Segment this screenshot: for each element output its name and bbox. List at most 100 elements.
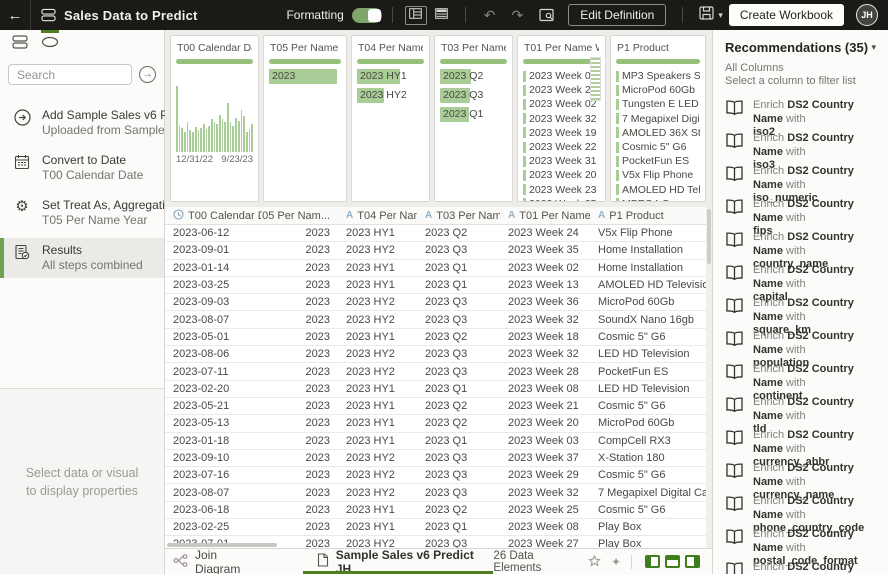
column-header-2[interactable]: AT05 Per Nam... — [261, 207, 338, 224]
column-card-2[interactable]: T05 Per Name Y...2023 — [263, 35, 347, 202]
sparkle-icon[interactable]: ✦ — [611, 555, 621, 569]
recommendations-title: Recommendations (35) — [725, 40, 868, 55]
recommendation-item-4[interactable]: Enrich DS2 Country Name withfips — [725, 198, 876, 225]
recommendation-item-10[interactable]: Enrich DS2 Country Name withtld — [725, 396, 876, 423]
table-body: 2023-06-1220232023 HY12023 Q22023 Week 2… — [165, 225, 706, 548]
recommendation-item-8[interactable]: Enrich DS2 Country Name withpopulation — [725, 330, 876, 357]
table-row[interactable]: 2023-02-2520232023 HY12023 Q12023 Week 0… — [165, 519, 706, 536]
toggle-left-panel-button[interactable] — [645, 555, 660, 568]
table-row[interactable]: 2023-09-0120232023 HY22023 Q32023 Week 3… — [165, 242, 706, 259]
recommendation-item-3[interactable]: Enrich DS2 Country Name withiso_numeric — [725, 165, 876, 192]
table-row[interactable]: 2023-01-1820232023 HY12023 Q12023 Week 0… — [165, 433, 706, 450]
value-label: 2023 Week 19 — [529, 127, 597, 139]
recommendation-item-13[interactable]: Enrich DS2 Country Name withphone_countr… — [725, 495, 876, 522]
table-row[interactable]: 2023-06-1820232023 HY12023 Q22023 Week 2… — [165, 502, 706, 519]
search-input[interactable] — [8, 64, 132, 85]
table-row[interactable]: 2023-07-1120232023 HY22023 Q32023 Week 2… — [165, 363, 706, 380]
column-card-3[interactable]: T04 Per Name ...2023 HY12023 HY2 — [351, 35, 430, 202]
chevron-down-icon[interactable]: ▾ — [871, 42, 876, 53]
edit-definition-button[interactable]: Edit Definition — [568, 4, 666, 26]
join-diagram-button[interactable]: Join Diagram — [173, 548, 259, 574]
value-label: 2023 Week 23 — [529, 184, 597, 196]
table-row[interactable]: 2023-06-1220232023 HY12023 Q22023 Week 2… — [165, 225, 706, 242]
table-row[interactable]: 2023-08-0720232023 HY22023 Q32023 Week 3… — [165, 311, 706, 328]
column-card-4[interactable]: T03 Per Name Qtr2023 Q22023 Q32023 Q1 — [434, 35, 513, 202]
table-cell: 2023 Week 36 — [500, 294, 590, 310]
table-cell: LED HD Television — [590, 346, 706, 362]
table-view-button[interactable] — [431, 6, 453, 25]
table-cell: 2023 Week 35 — [500, 242, 590, 258]
recommendation-item-15[interactable]: Enrich DS2 Country Name with — [725, 561, 876, 574]
value-list-row: 2023 Week 20 — [523, 168, 600, 182]
table-cell: 2023 — [261, 294, 338, 310]
table-row[interactable]: 2023-03-2520232023 HY12023 Q12023 Week 1… — [165, 277, 706, 294]
recommendation-item-9[interactable]: Enrich DS2 Country Name withcontinent — [725, 363, 876, 390]
table-cell: 2023 — [261, 242, 338, 258]
column-header-4[interactable]: AT03 Per Nam... — [417, 207, 500, 224]
recommendation-item-14[interactable]: Enrich DS2 Country Name withpostal_code_… — [725, 528, 876, 555]
table-row[interactable]: 2023-07-1620232023 HY22023 Q32023 Week 2… — [165, 467, 706, 484]
value-label: 2023 Q3 — [440, 89, 483, 101]
recommendation-item-2[interactable]: Enrich DS2 Country Name withiso3 — [725, 132, 876, 159]
recommendation-item-12[interactable]: Enrich DS2 Country Name withcurrency_nam… — [725, 462, 876, 489]
sidebar-step-1[interactable]: Add Sample Sales v6 Pre...Uploaded from … — [0, 103, 164, 143]
column-header-5[interactable]: AT01 Per Name ... — [500, 207, 590, 224]
table-cell: 2023-08-06 — [165, 346, 261, 362]
sidebar-step-3[interactable]: ⚙Set Treat As, AggregationT05 Per Name Y… — [0, 193, 164, 233]
value-bar-row: 2023 Q2 — [440, 69, 507, 84]
histogram-bar — [219, 115, 221, 152]
quality-badge-icon[interactable] — [588, 555, 601, 568]
table-cell: 2023 HY2 — [338, 346, 417, 362]
create-workbook-button[interactable]: Create Workbook — [729, 4, 844, 26]
back-button[interactable]: ← — [0, 0, 30, 30]
table-row[interactable]: 2023-05-1320232023 HY12023 Q22023 Week 2… — [165, 415, 706, 432]
column-card-1[interactable]: T00 Calendar Date12/31/229/23/23 — [170, 35, 259, 202]
column-header-1[interactable]: T00 Calendar Date — [165, 207, 261, 224]
table-row[interactable]: 2023-02-2020232023 HY12023 Q12023 Week 0… — [165, 381, 706, 398]
save-menu-button[interactable]: ▾ — [699, 6, 723, 25]
tab-dataset-sheet[interactable]: Sample Sales v6 Predict JH — [303, 549, 494, 574]
inspect-icon[interactable] — [539, 8, 554, 22]
step-subtitle: T05 Per Name Year — [42, 213, 178, 228]
sidebar-step-2[interactable]: Convert to DateT00 Calendar Date — [0, 148, 164, 188]
toggle-top-panel-button[interactable] — [665, 555, 680, 568]
tab-data[interactable] — [6, 30, 34, 58]
avatar[interactable]: JH — [856, 4, 878, 26]
card-scroll-indicator[interactable] — [590, 57, 601, 101]
grid-view-button[interactable] — [405, 6, 427, 25]
table-row[interactable]: 2023-09-0320232023 HY22023 Q32023 Week 3… — [165, 294, 706, 311]
horizontal-scrollbar[interactable] — [167, 543, 277, 547]
tab-label: Sample Sales v6 Predict JH — [336, 548, 480, 574]
table-row[interactable]: 2023-09-1020232023 HY22023 Q32023 Week 3… — [165, 450, 706, 467]
table-cell: 2023 Week 20 — [500, 415, 590, 431]
table-row[interactable]: 2023-05-2120232023 HY12023 Q22023 Week 2… — [165, 398, 706, 415]
column-card-6[interactable]: P1 ProductMP3 Speakers SystemMicroPod 60… — [610, 35, 706, 202]
table-row[interactable]: 2023-08-0720232023 HY22023 Q32023 Week 3… — [165, 484, 706, 501]
value-label: 2023 Week 32 — [529, 113, 597, 125]
recommendation-item-7[interactable]: Enrich DS2 Country Name withsquare_km — [725, 297, 876, 324]
table-row[interactable]: 2023-05-0120232023 HY12023 Q22023 Week 1… — [165, 329, 706, 346]
column-card-5[interactable]: T01 Per Name Week2023 Week 012023 Week 2… — [517, 35, 606, 202]
recommendation-item-11[interactable]: Enrich DS2 Country Name withcurrency_abb… — [725, 429, 876, 456]
histogram-bar — [246, 132, 248, 152]
recommendation-item-6[interactable]: Enrich DS2 Country Name withcapital — [725, 264, 876, 291]
table-cell: Cosmic 5" G6 — [590, 329, 706, 345]
table-cell: 2023 HY2 — [338, 467, 417, 483]
table-row[interactable]: 2023-01-1420232023 HY12023 Q12023 Week 0… — [165, 260, 706, 277]
table-row[interactable]: 2023-08-0620232023 HY22023 Q32023 Week 3… — [165, 346, 706, 363]
toggle-right-panel-button[interactable] — [685, 555, 700, 568]
column-header-3[interactable]: AT04 Per Nam... — [338, 207, 417, 224]
recommendation-item-5[interactable]: Enrich DS2 Country Name withcountry_name — [725, 231, 876, 258]
formatting-toggle[interactable] — [352, 8, 382, 23]
recommendation-item-1[interactable]: Enrich DS2 Country Name withiso2 — [725, 99, 876, 126]
add-step-button[interactable]: → — [139, 66, 156, 83]
sidebar-step-4[interactable]: ResultsAll steps combined — [0, 238, 164, 278]
table-cell: 2023 Q2 — [417, 225, 500, 241]
table-cell: 2023 Q1 — [417, 433, 500, 449]
column-header-6[interactable]: AP1 Product — [590, 207, 706, 224]
redo-button[interactable]: ↷ — [512, 8, 524, 22]
undo-button[interactable]: ↶ — [484, 8, 496, 22]
main-area: T00 Calendar Date12/31/229/23/23T05 Per … — [165, 30, 712, 574]
histogram-bar — [230, 122, 232, 152]
tab-steps[interactable] — [36, 30, 64, 58]
